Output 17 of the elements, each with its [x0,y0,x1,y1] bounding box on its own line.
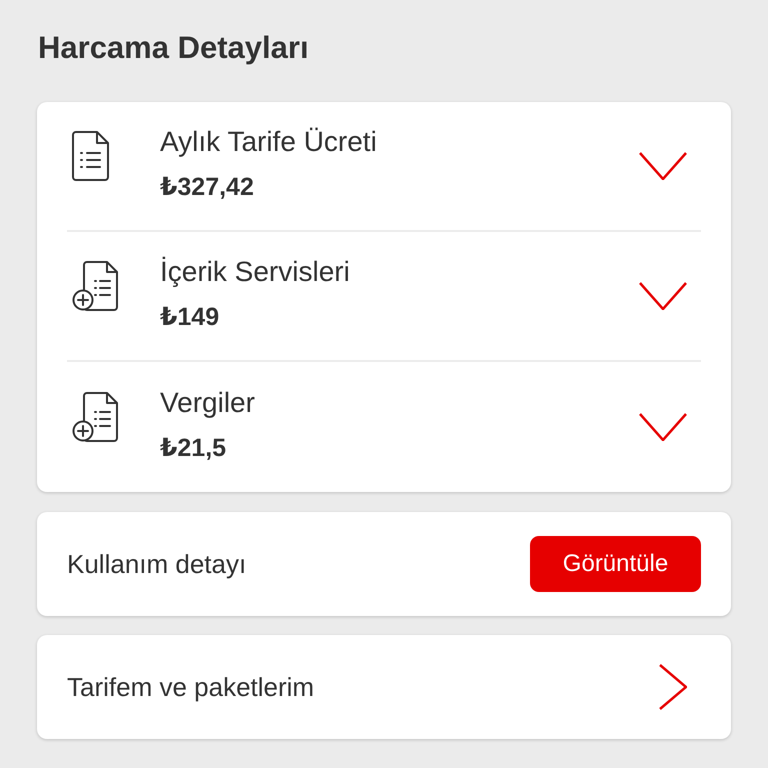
expense-label: İçerik Servisleri [160,255,351,289]
document-plus-icon [72,391,119,443]
expense-label: Vergiler [160,386,256,420]
expense-amount: ₺21,5 [160,433,228,464]
document-plus-icon [72,260,119,312]
chevron-right-icon [659,664,687,710]
page-title: Harcama Detayları [38,29,310,67]
menu-link-card[interactable]: Tarifem ve paketlerim [37,635,731,739]
chevron-down-icon[interactable] [639,282,687,310]
document-icon [72,130,110,182]
chevron-down-icon[interactable] [639,152,687,180]
view-button[interactable]: Görüntüle [530,536,701,592]
expense-label: Aylık Tarife Ücreti [160,125,378,159]
usage-label: Kullanım detayı [67,548,246,580]
expense-amount: ₺327,42 [160,172,255,203]
expense-amount: ₺149 [160,302,220,333]
chevron-down-icon[interactable] [639,413,687,441]
